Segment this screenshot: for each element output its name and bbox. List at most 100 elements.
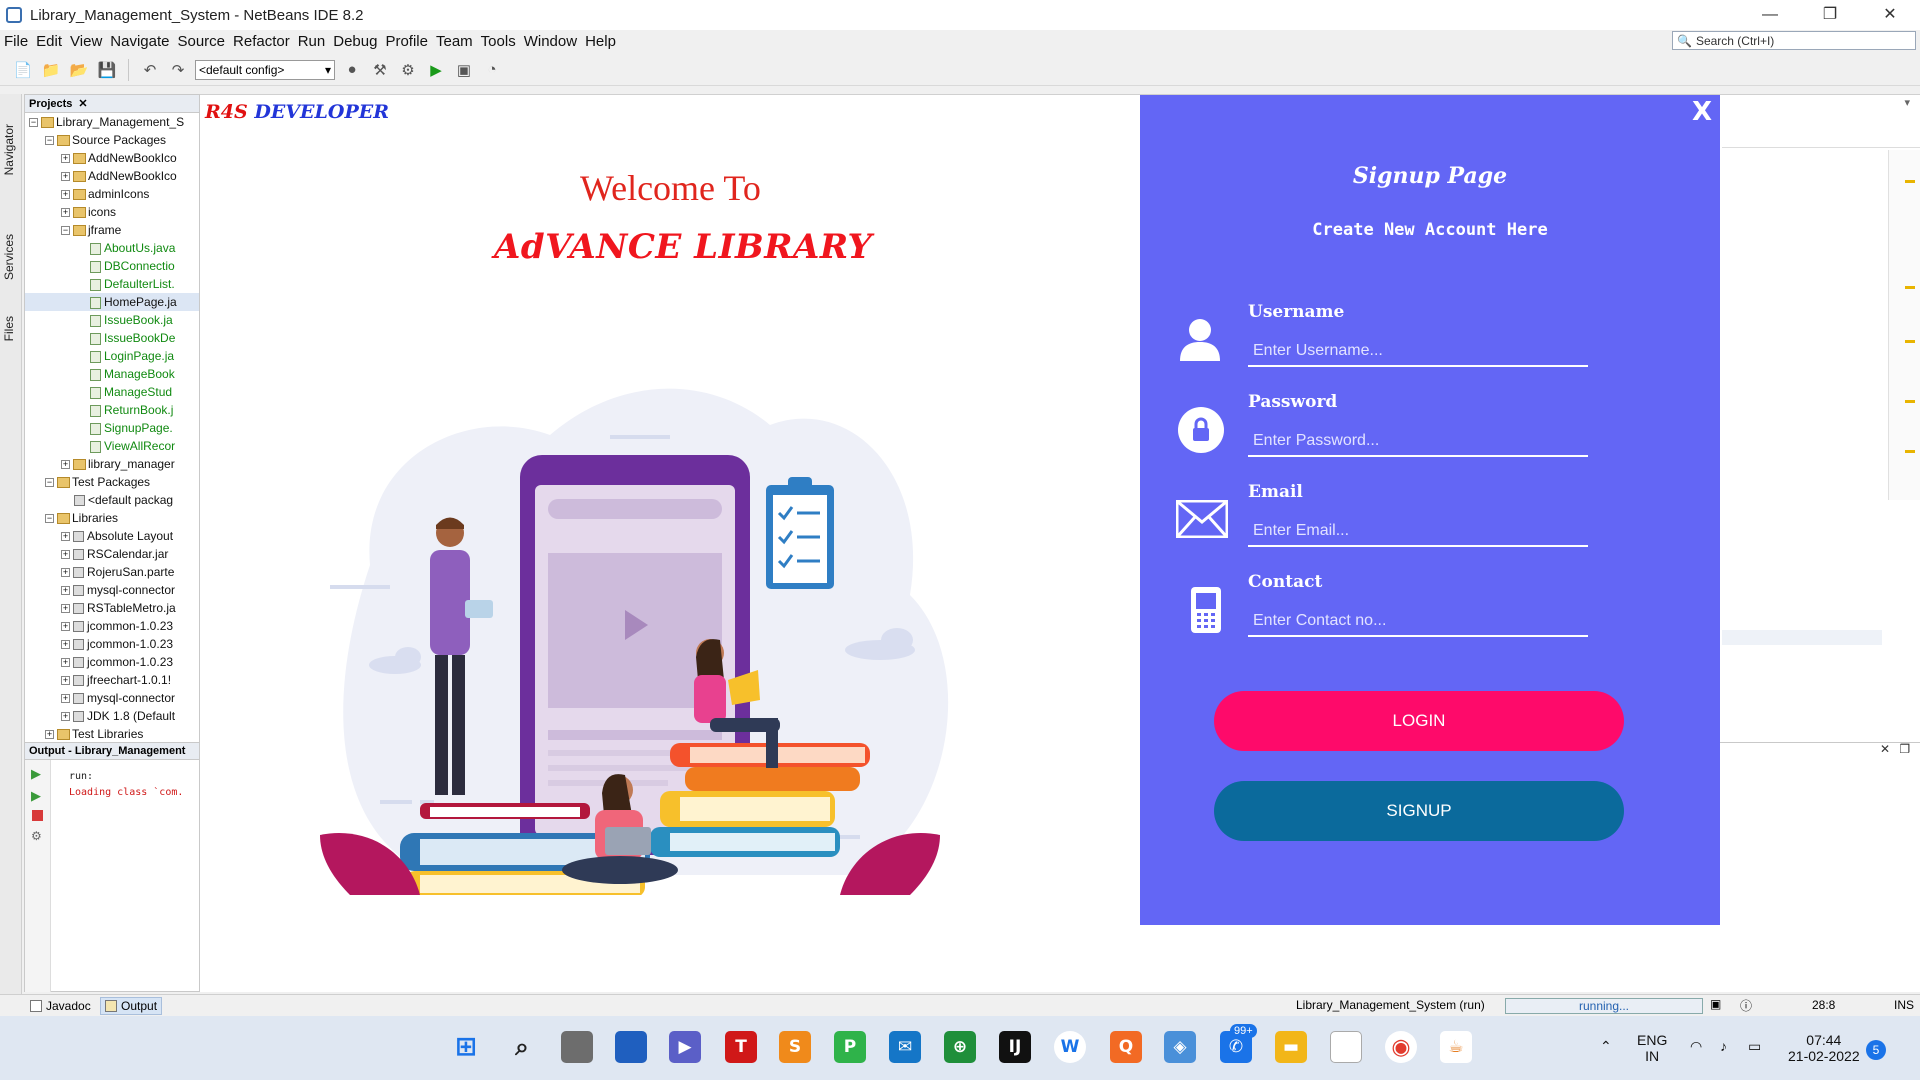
sublime-icon[interactable]: S (779, 1031, 811, 1063)
tree-item[interactable]: ManageStud (25, 383, 199, 401)
expand-icon[interactable]: + (61, 190, 70, 200)
tree-item[interactable]: + Absolute Layout (25, 527, 199, 545)
task-view-icon[interactable] (561, 1031, 593, 1063)
rerun-config-icon[interactable]: ▶ (31, 788, 50, 804)
output-status-tab[interactable]: Output (100, 997, 163, 1015)
new-project-icon[interactable]: 📁 (40, 59, 62, 81)
menu-window[interactable]: Window (520, 33, 581, 50)
file-explorer-icon[interactable]: ▬ (1275, 1031, 1307, 1063)
tree-item[interactable]: LoginPage.ja (25, 347, 199, 365)
maximize-icon[interactable]: ❐ (1899, 742, 1910, 756)
email-input[interactable] (1248, 517, 1588, 547)
files-tab[interactable]: Files (2, 316, 16, 341)
tree-item[interactable]: SignupPage. (25, 419, 199, 437)
save-all-icon[interactable]: 💾 (96, 59, 118, 81)
battery-icon[interactable]: ▭ (1748, 1038, 1761, 1055)
document-icon[interactable] (1330, 1031, 1362, 1063)
tree-item[interactable]: DefaulterList. (25, 275, 199, 293)
config-select[interactable]: <default config> ▾ (195, 59, 335, 80)
tree-item[interactable]: ReturnBook.j (25, 401, 199, 419)
contact-input[interactable] (1248, 607, 1588, 637)
tree-item[interactable]: AboutUs.java (25, 239, 199, 257)
search-icon[interactable]: ⌕ (506, 1031, 538, 1063)
menu-profile[interactable]: Profile (381, 33, 432, 50)
menu-help[interactable]: Help (581, 33, 620, 50)
word-app-icon[interactable]: W (1054, 1031, 1086, 1063)
globe-icon[interactable]: ● (341, 59, 363, 81)
expand-icon[interactable]: + (61, 622, 70, 632)
menu-run[interactable]: Run (294, 33, 330, 50)
navigator-tab[interactable]: Navigator (2, 124, 16, 175)
run-icon[interactable]: ▶ (425, 59, 447, 81)
restore-button[interactable]: ❐ (1800, 0, 1860, 30)
collapse-icon[interactable]: − (61, 226, 70, 236)
intellij-icon[interactable]: IJ (999, 1031, 1031, 1063)
menu-file[interactable]: File (0, 33, 32, 50)
collapse-icon[interactable]: − (45, 136, 54, 146)
tree-item[interactable]: ManageBook (25, 365, 199, 383)
menu-view[interactable]: View (66, 33, 106, 50)
profile-icon[interactable]: ◔ (481, 59, 503, 81)
tree-item[interactable]: − jframe (25, 221, 199, 239)
tree-item[interactable]: + jfreechart-1.0.1! (25, 671, 199, 689)
rerun-icon[interactable]: ▶ (31, 766, 50, 782)
menu-team[interactable]: Team (432, 33, 477, 50)
notification-count[interactable]: 5 (1866, 1040, 1886, 1060)
password-input[interactable] (1248, 427, 1588, 457)
tree-item[interactable]: + AddNewBookIco (25, 167, 199, 185)
pycharm-icon[interactable]: P (834, 1031, 866, 1063)
expand-icon[interactable]: + (61, 172, 70, 182)
expand-icon[interactable]: + (61, 694, 70, 704)
menu-navigate[interactable]: Navigate (106, 33, 173, 50)
expand-icon[interactable]: + (61, 460, 70, 470)
minimize-button[interactable]: — (1740, 0, 1800, 30)
redo-icon[interactable]: ↷ (167, 59, 189, 81)
tree-item[interactable]: − Test Packages (25, 473, 199, 491)
network-app-icon[interactable]: ⊕ (944, 1031, 976, 1063)
wifi-icon[interactable]: ◠ (1690, 1038, 1702, 1055)
expand-icon[interactable]: + (61, 604, 70, 614)
expand-icon[interactable]: + (45, 730, 54, 740)
tree-item[interactable]: + RojeruSan.parte (25, 563, 199, 581)
close-window-button[interactable]: ✕ (1860, 0, 1920, 30)
login-button[interactable]: LOGIN (1214, 691, 1624, 751)
close-icon[interactable]: ✕ (1880, 742, 1890, 756)
tree-item[interactable]: + mysql-connector (25, 689, 199, 707)
virtualbox-icon[interactable]: ◈ (1164, 1031, 1196, 1063)
windows-start-icon[interactable]: ⊞ (450, 1031, 482, 1063)
tree-item[interactable]: IssueBook.ja (25, 311, 199, 329)
expand-icon[interactable]: + (61, 586, 70, 596)
ide-search-box[interactable]: 🔍 Search (Ctrl+I) (1672, 31, 1916, 50)
tree-item[interactable]: + mysql-connector (25, 581, 199, 599)
tree-item[interactable]: DBConnectio (25, 257, 199, 275)
debug-icon[interactable]: ▣ (453, 59, 475, 81)
tree-item[interactable]: + Test Libraries (25, 725, 199, 743)
tree-item[interactable]: + AddNewBookIco (25, 149, 199, 167)
expand-icon[interactable]: + (61, 712, 70, 722)
signup-button[interactable]: SIGNUP (1214, 781, 1624, 841)
tree-item[interactable]: + library_manager (25, 455, 199, 473)
tree-item[interactable]: − Library_Management_S (25, 113, 199, 131)
cancel-process-icon[interactable]: ▣ (1710, 997, 1721, 1011)
menu-tools[interactable]: Tools (477, 33, 520, 50)
tree-item[interactable]: + jcommon-1.0.23 (25, 617, 199, 635)
close-icon[interactable]: ✕ (78, 97, 87, 110)
services-tab[interactable]: Services (2, 234, 16, 280)
tree-item[interactable]: + jcommon-1.0.23 (25, 653, 199, 671)
chevron-down-icon[interactable]: ▾ (1904, 96, 1910, 109)
expand-icon[interactable]: + (61, 568, 70, 578)
expand-icon[interactable]: + (61, 550, 70, 560)
collapse-icon[interactable]: − (45, 514, 54, 524)
tree-item[interactable]: + RSCalendar.jar (25, 545, 199, 563)
java-icon[interactable]: ☕ (1440, 1031, 1472, 1063)
menu-debug[interactable]: Debug (329, 33, 381, 50)
tree-item[interactable]: + adminIcons (25, 185, 199, 203)
tree-item[interactable]: + RSTableMetro.ja (25, 599, 199, 617)
open-project-icon[interactable]: 📂 (68, 59, 90, 81)
speaker-icon[interactable]: ♪ (1720, 1038, 1727, 1054)
tree-item[interactable]: + JDK 1.8 (Default (25, 707, 199, 725)
undo-icon[interactable]: ↶ (139, 59, 161, 81)
collapse-icon[interactable]: − (29, 118, 38, 128)
language-indicator[interactable]: ENG IN (1637, 1032, 1667, 1064)
tree-item[interactable]: HomePage.ja (25, 293, 199, 311)
